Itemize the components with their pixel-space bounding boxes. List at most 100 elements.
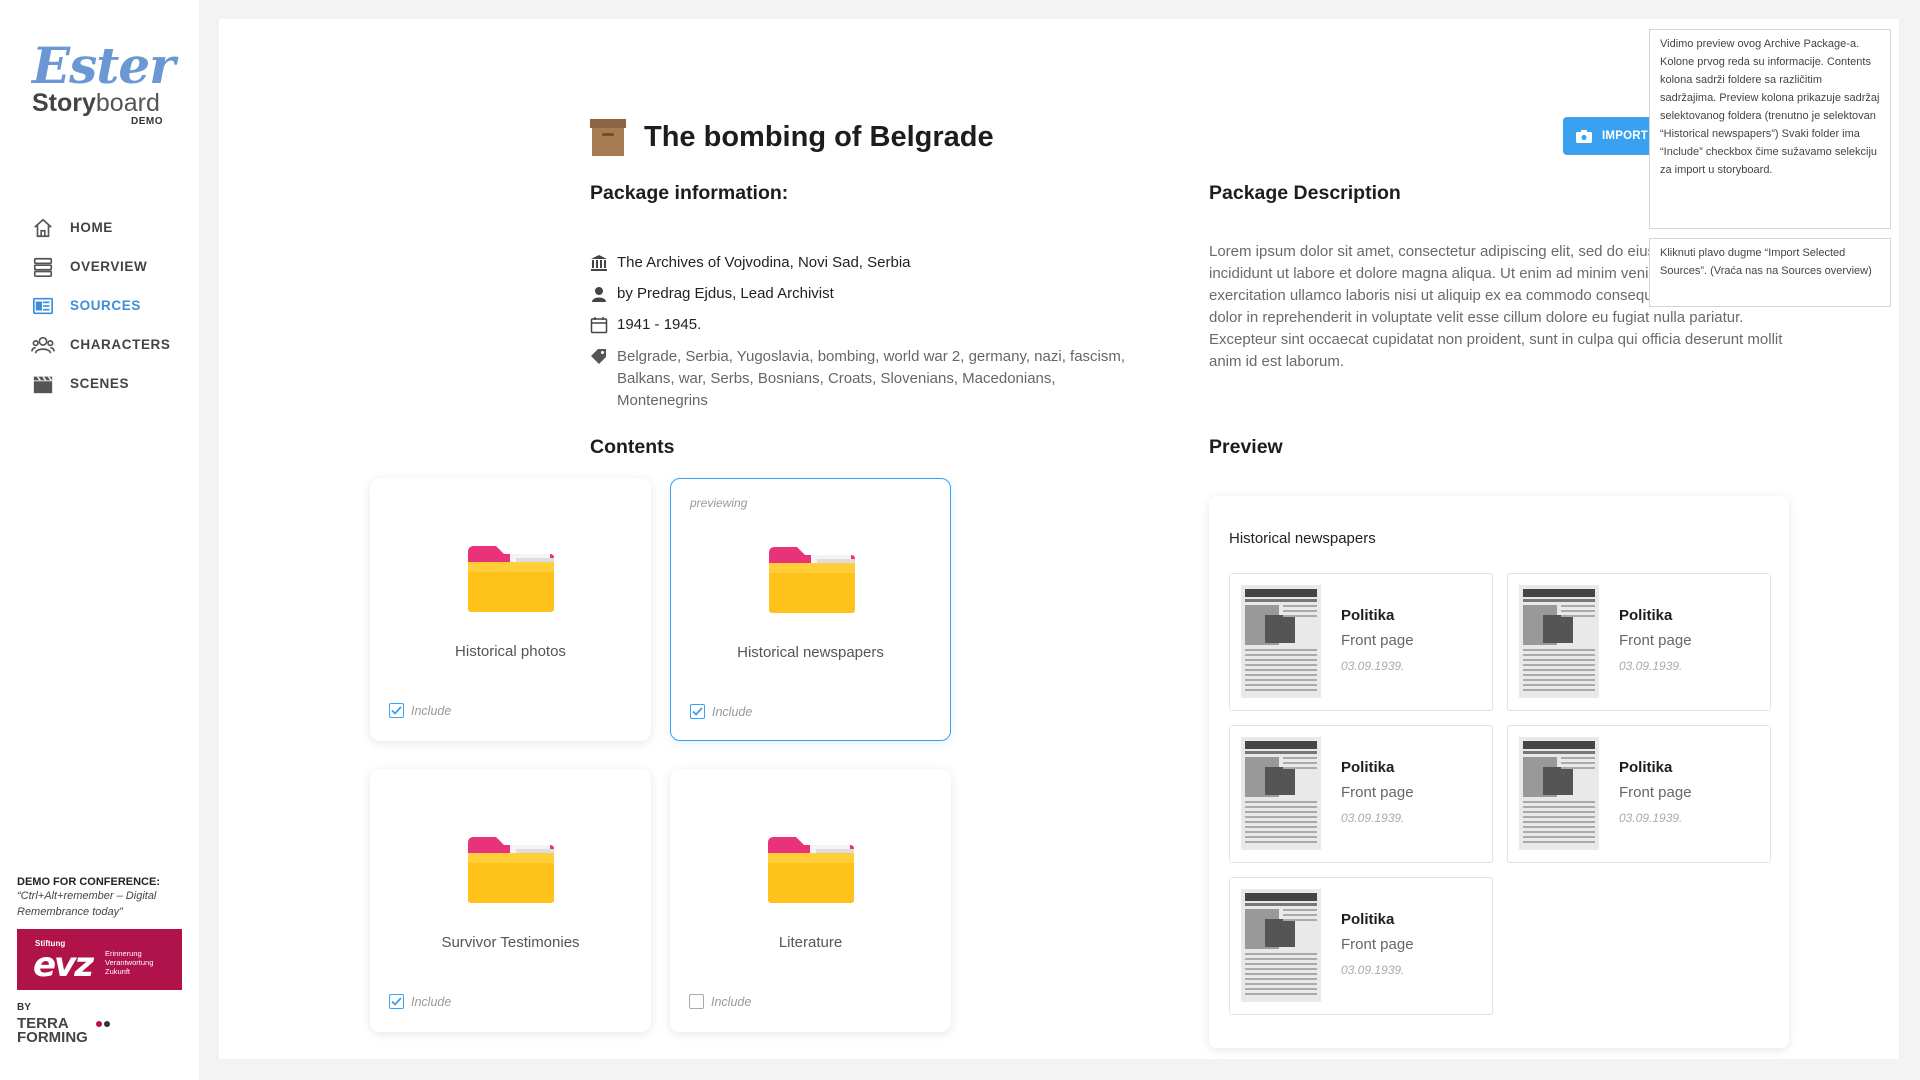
nav-label: SOURCES <box>70 298 141 313</box>
conference-info: DEMO FOR CONFERENCE: “Ctrl+Alt+remember … <box>17 876 187 1045</box>
item-subtitle: Front page <box>1341 936 1414 953</box>
item-title: Politika <box>1341 759 1395 776</box>
nav-label: HOME <box>70 220 113 235</box>
include-label: Include <box>712 704 753 719</box>
preview-panel: Historical newspapers Politika Front pag… <box>1209 496 1789 1048</box>
folder-label: Historical photos <box>455 643 566 660</box>
page-title: The bombing of Belgrade <box>644 120 994 153</box>
item-subtitle: Front page <box>1341 784 1414 801</box>
item-title: Politika <box>1341 911 1395 928</box>
annotation-note-1: Vidimo preview ovog Archive Package-a. K… <box>1649 29 1891 229</box>
logo-demo-label: DEMO <box>131 116 163 127</box>
author: by Predrag Ejdus, Lead Archivist <box>617 285 834 302</box>
nav-item-home[interactable]: HOME <box>30 208 171 247</box>
package-info-list: The Archives of Vojvodina, Novi Sad, Ser… <box>590 253 1150 423</box>
newspaper-thumbnail <box>1241 737 1321 850</box>
dates-row: 1941 - 1945. <box>590 315 1150 335</box>
folder-card-historical-photos[interactable]: Historical photos Include <box>370 478 651 741</box>
import-icon <box>1576 129 1593 143</box>
conference-text: “Ctrl+Alt+remember – Digital Remembrance… <box>17 890 157 918</box>
package-info-heading: Package information: <box>590 182 789 204</box>
nav-item-scenes[interactable]: SCENES <box>30 364 171 403</box>
folder-icon <box>466 544 556 614</box>
archive-row: The Archives of Vojvodina, Novi Sad, Ser… <box>590 253 1150 273</box>
characters-icon <box>30 332 56 358</box>
item-date: 03.09.1939. <box>1619 811 1683 825</box>
preview-folder-title: Historical newspapers <box>1229 530 1376 547</box>
newspaper-thumbnail <box>1241 585 1321 698</box>
conference-title: DEMO FOR CONFERENCE: <box>17 876 160 888</box>
previewing-label: previewing <box>690 496 748 510</box>
preview-item[interactable]: Politika Front page 03.09.1939. <box>1229 573 1493 711</box>
nav-item-overview[interactable]: OVERVIEW <box>30 247 171 286</box>
sources-icon <box>30 293 56 319</box>
item-title: Politika <box>1619 607 1673 624</box>
archive-name: The Archives of Vojvodina, Novi Sad, Ser… <box>617 254 911 271</box>
sidebar: Ester Storyboard DEMO HOME OVERVIEW SOUR… <box>0 0 199 1080</box>
author-row: by Predrag Ejdus, Lead Archivist <box>590 284 1150 304</box>
preview-item[interactable]: Politika Front page 03.09.1939. <box>1229 877 1493 1015</box>
checkbox-unchecked-icon <box>689 994 704 1009</box>
include-label: Include <box>411 703 452 718</box>
include-label: Include <box>711 994 752 1009</box>
include-checkbox[interactable]: Include <box>389 994 451 1009</box>
item-title: Politika <box>1341 607 1395 624</box>
nav-label: OVERVIEW <box>70 259 148 274</box>
folder-card-survivor-testimonies[interactable]: Survivor Testimonies Include <box>370 769 651 1032</box>
preview-item[interactable]: Politika Front page 03.09.1939. <box>1229 725 1493 863</box>
stack-icon <box>30 254 56 280</box>
date-range: 1941 - 1945. <box>617 316 702 333</box>
by-label: BY <box>17 1002 31 1013</box>
item-title: Politika <box>1619 759 1673 776</box>
item-date: 03.09.1939. <box>1619 659 1683 673</box>
checkbox-checked-icon <box>690 704 705 719</box>
main-panel: The bombing of Belgrade IMPORT SELECTED … <box>219 19 1899 1059</box>
contents-heading: Contents <box>590 436 675 458</box>
preview-item[interactable]: Politika Front page 03.09.1939. <box>1507 725 1771 863</box>
annotation-note-2: Kliknuti plavo dugme “Import Selected So… <box>1649 238 1891 307</box>
tags-row: Belgrade, Serbia, Yugoslavia, bombing, w… <box>590 346 1150 412</box>
newspaper-thumbnail <box>1519 585 1599 698</box>
nav-item-sources[interactable]: SOURCES <box>30 286 171 325</box>
archive-box-icon <box>590 117 626 157</box>
tags-icon <box>590 347 608 365</box>
item-subtitle: Front page <box>1619 784 1692 801</box>
checkbox-checked-icon <box>389 703 404 718</box>
preview-item[interactable]: Politika Front page 03.09.1939. <box>1507 573 1771 711</box>
evz-wordmark: evz <box>33 945 94 985</box>
page-header: The bombing of Belgrade <box>590 117 994 157</box>
terraforming-logo: TERRA FORMING <box>17 1016 187 1045</box>
item-subtitle: Front page <box>1619 632 1692 649</box>
newspaper-thumbnail <box>1241 889 1321 1002</box>
preview-heading: Preview <box>1209 436 1283 458</box>
include-label: Include <box>411 994 452 1009</box>
logo-script: Ester <box>32 36 176 95</box>
logo-wordmark: Storyboard <box>32 89 160 117</box>
include-checkbox[interactable]: Include <box>690 704 752 719</box>
sidebar-nav: HOME OVERVIEW SOURCES CHARACTERS SCENES <box>30 208 171 403</box>
folder-card-literature[interactable]: Literature Include <box>670 769 951 1032</box>
nav-label: CHARACTERS <box>70 337 171 352</box>
person-icon <box>590 285 608 303</box>
nav-item-characters[interactable]: CHARACTERS <box>30 325 171 364</box>
folder-label: Survivor Testimonies <box>441 934 580 951</box>
clapperboard-icon <box>30 371 56 397</box>
evz-tagline: Erinnerung Verantwortung Zukunft <box>105 949 154 976</box>
app-logo[interactable]: Ester Storyboard DEMO <box>32 36 176 128</box>
include-checkbox[interactable]: Include <box>389 703 451 718</box>
calendar-icon <box>590 316 608 334</box>
folder-card-historical-newspapers[interactable]: previewing Historical newspapers Include <box>670 478 951 741</box>
item-date: 03.09.1939. <box>1341 811 1405 825</box>
include-checkbox[interactable]: Include <box>689 994 751 1009</box>
folder-icon <box>767 545 857 615</box>
package-description-heading: Package Description <box>1209 182 1401 204</box>
folder-icon <box>466 835 556 905</box>
evz-logo: Stiftung evz Erinnerung Verantwortung Zuku… <box>17 929 182 990</box>
item-subtitle: Front page <box>1341 632 1414 649</box>
home-icon <box>30 215 56 241</box>
item-date: 03.09.1939. <box>1341 659 1405 673</box>
institution-icon <box>590 254 608 272</box>
checkbox-checked-icon <box>389 994 404 1009</box>
nav-label: SCENES <box>70 376 130 391</box>
folder-icon <box>766 835 856 905</box>
